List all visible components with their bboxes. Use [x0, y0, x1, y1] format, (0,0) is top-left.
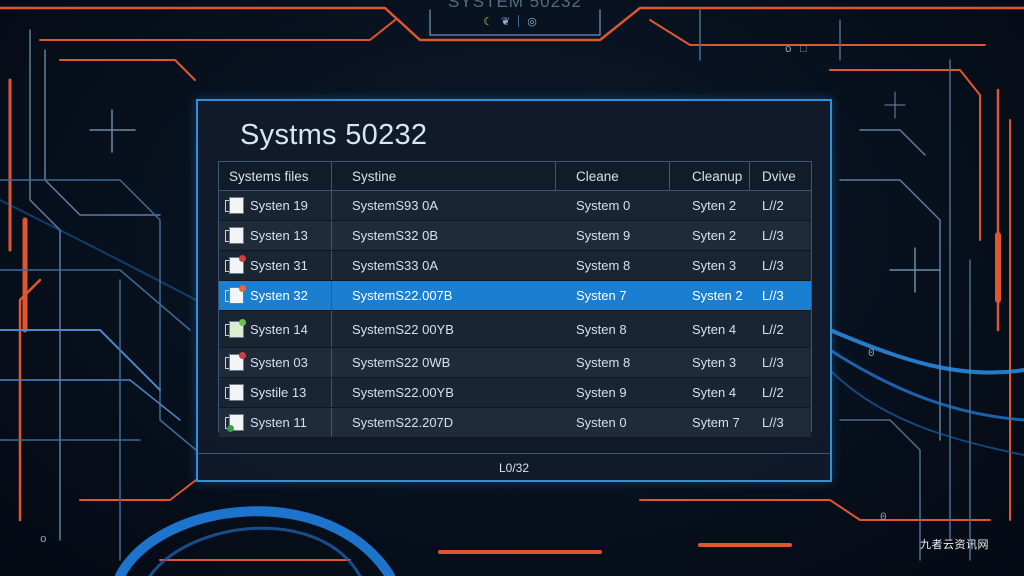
file-cell: Systen 32: [219, 281, 332, 310]
file-icon: [225, 318, 246, 338]
drive-cell: L//3: [762, 258, 784, 273]
watermark-text: 九者云资讯网: [920, 539, 989, 551]
svg-text:o: o: [785, 44, 792, 56]
file-icon: [225, 255, 246, 274]
ring-icon[interactable]: ◎: [527, 15, 537, 28]
file-icon: [225, 197, 244, 214]
main-window: Systms 50232 Systems files Systine Clean…: [196, 99, 832, 482]
file-cell: Systen 19: [219, 191, 332, 220]
drive-cell: L//2: [762, 321, 784, 337]
file-cell: Systen 31: [219, 251, 332, 280]
file-cell: Systen 14: [219, 311, 332, 347]
file-name: Systen 31: [250, 258, 308, 273]
cleane-cell: Systen 9: [576, 385, 627, 400]
file-cell: Systen 03: [219, 348, 332, 377]
svg-text:0: 0: [880, 512, 887, 524]
systine-cell: SystemS22.00YB: [352, 385, 454, 400]
column-header-cleane[interactable]: Cleane: [556, 162, 670, 190]
top-title: SYSTEM 50232: [448, 0, 582, 11]
systine-cell: SystemS32 0B: [352, 228, 438, 243]
file-icon: [225, 352, 246, 371]
table-body: Systen 19 SystemS93 0A System 0 Syten 2 L//2…: [219, 191, 811, 438]
file-name: Systile 13: [250, 385, 307, 400]
drive-cell: L//3: [762, 355, 784, 370]
cleanup-cell: Syten 2: [692, 198, 737, 213]
systine-cell: SystemS22 0WB: [352, 355, 451, 370]
column-header-systems-files[interactable]: Systems files: [219, 162, 332, 190]
table-row[interactable]: Systen 32 SystemS22.007B Systen 7 Systen 2 L…: [219, 281, 811, 311]
systine-cell: SystemS93 0A: [352, 198, 438, 213]
file-icon: [225, 227, 244, 244]
cleane-cell: System 8: [576, 258, 631, 273]
table-row[interactable]: Systen 14 SystemS22 00YB Systen 8 Syten 4 L/…: [219, 311, 811, 348]
svg-text:0: 0: [868, 348, 875, 360]
file-icon: [225, 414, 244, 432]
table-row[interactable]: Systen 19 SystemS93 0A System 0 Syten 2 L//2: [219, 191, 811, 221]
drive-cell: L//3: [762, 228, 784, 243]
cleane-cell: Systen 8: [576, 321, 627, 337]
drive-cell: L//3: [762, 288, 784, 303]
cleane-cell: Systen 0: [576, 415, 627, 430]
systine-cell: SystemS22 00YB: [352, 321, 454, 337]
column-header-cleanup[interactable]: Cleanup: [670, 162, 750, 190]
systine-cell: SystemS33 0A: [352, 258, 438, 273]
systine-cell: SystemS22.007B: [352, 288, 453, 303]
table-row[interactable]: Systile 13 SystemS22.00YB Systen 9 Syten 4 L…: [219, 378, 811, 408]
table-row[interactable]: Systen 11 SystemS22.207D Systen 0 Sytem 7 L/…: [219, 408, 811, 438]
cleanup-cell: Syten 3: [692, 258, 737, 273]
file-name: Systen 13: [250, 228, 308, 243]
cleane-cell: System 8: [576, 355, 631, 370]
drive-cell: L//2: [762, 385, 784, 400]
file-name: Systen 03: [250, 355, 308, 370]
window-title: Systms 50232: [240, 119, 428, 151]
cleane-cell: System 9: [576, 228, 631, 243]
svg-text:o: o: [40, 534, 47, 546]
file-icon: [225, 384, 244, 401]
table-row[interactable]: Systen 03 SystemS22 0WB System 8 Syten 3 L//…: [219, 348, 811, 378]
footer-text: L0/32: [498, 460, 530, 475]
file-name: Systen 14: [250, 321, 308, 337]
file-icon: [225, 285, 246, 304]
cleane-cell: System 0: [576, 198, 631, 213]
table-row[interactable]: Systen 13 SystemS32 0B System 9 Syten 2 L//3: [219, 221, 811, 251]
cleane-cell: Systen 7: [576, 288, 627, 303]
cleanup-cell: Syten 4: [692, 385, 737, 400]
files-table: Systems files Systine Cleane Cleanup Dvi…: [218, 161, 812, 438]
cleanup-cell: Syten 4: [692, 321, 737, 337]
file-cell: Systen 13: [219, 221, 332, 250]
file-name: Systen 19: [250, 198, 308, 213]
drive-cell: L//2: [762, 198, 784, 213]
cleanup-cell: Syten 2: [692, 228, 737, 243]
svg-text:□: □: [800, 44, 807, 56]
table-header: Systems files Systine Cleane Cleanup Dvi…: [219, 162, 811, 191]
file-cell: Systile 13: [219, 378, 332, 407]
cleanup-cell: Syten 3: [692, 355, 737, 370]
toolbar-divider: [518, 15, 520, 27]
top-toolbar: ☾ ❦ ◎: [455, 12, 565, 30]
file-name: Systen 32: [250, 288, 308, 303]
column-header-systine[interactable]: Systine: [332, 162, 556, 190]
systine-cell: SystemS22.207D: [352, 415, 454, 430]
moon-icon[interactable]: ☾: [483, 15, 493, 28]
file-name: Systen 11: [250, 415, 307, 430]
file-cell: Systen 11: [219, 408, 332, 437]
cleanup-cell: Systen 2: [692, 288, 743, 303]
leaf-icon[interactable]: ❦: [501, 15, 510, 28]
drive-cell: L//3: [762, 415, 784, 430]
column-header-drive[interactable]: Dvive: [750, 162, 810, 190]
status-footer: L0/32: [198, 453, 830, 481]
cleanup-cell: Sytem 7: [692, 415, 740, 430]
table-row[interactable]: Systen 31 SystemS33 0A System 8 Syten 3 L//3: [219, 251, 811, 281]
